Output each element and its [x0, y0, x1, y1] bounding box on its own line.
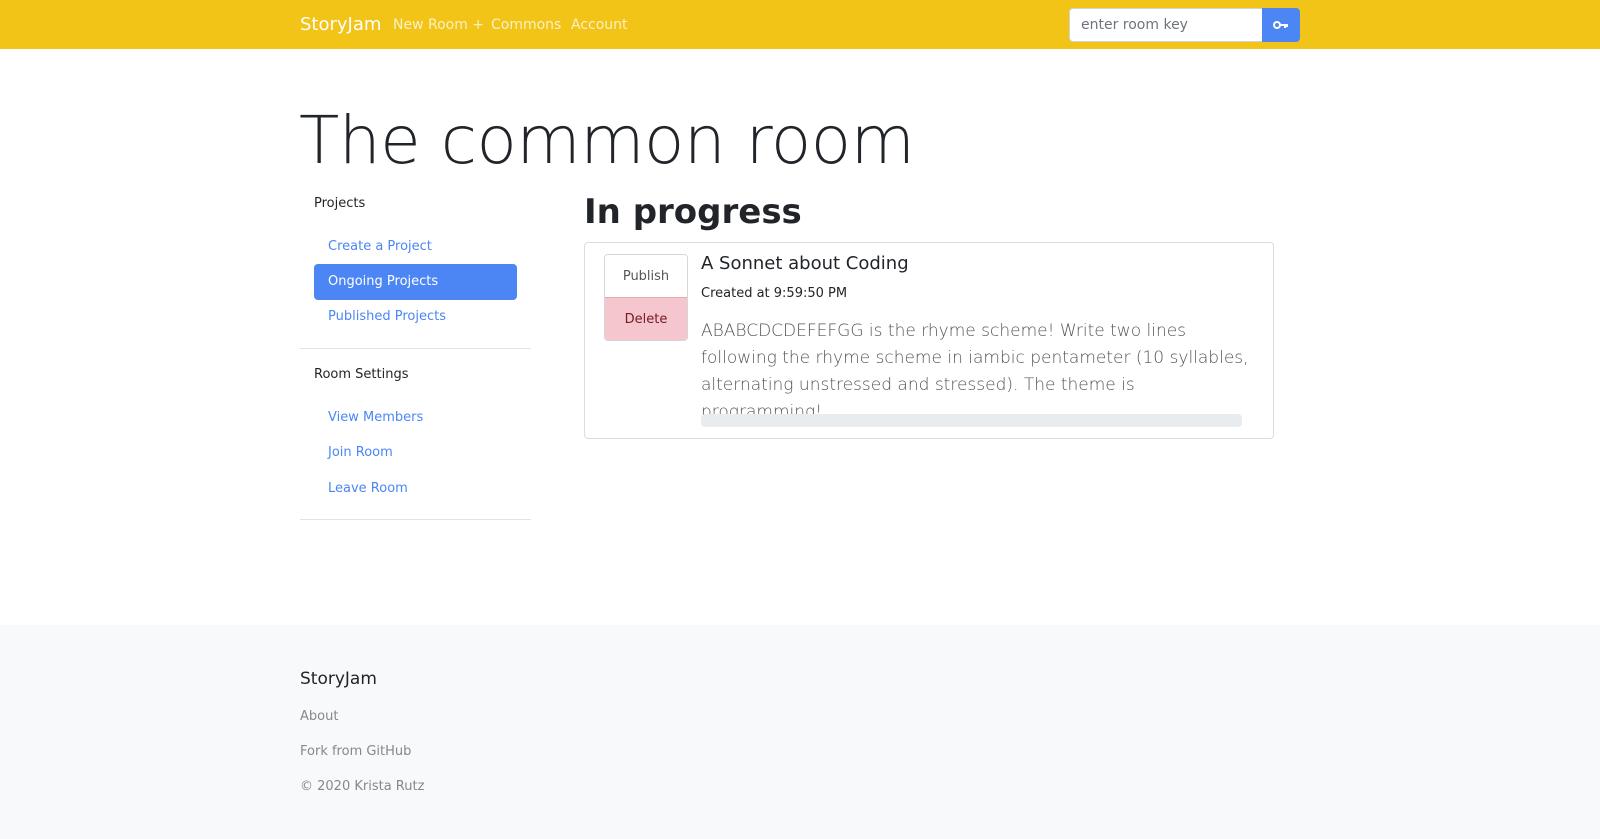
nav-account[interactable]: Account [571, 17, 628, 33]
sidebar-heading-room-settings: Room Settings [314, 367, 409, 382]
project-description: ABABCDCDEFEFGG is the rhyme scheme! Writ… [701, 321, 1249, 422]
footer-link-about[interactable]: About [300, 709, 338, 724]
sidebar-item-ongoing-projects[interactable]: Ongoing Projects [314, 264, 517, 300]
nav-commons[interactable]: Commons [491, 17, 561, 33]
project-title[interactable]: A Sonnet about Coding [701, 253, 909, 274]
room-key-submit-button[interactable] [1262, 8, 1300, 42]
project-created-time: Created at 9:59:50 PM [701, 286, 848, 301]
project-card: Publish Delete A Sonnet about Coding Cre… [584, 242, 1274, 439]
project-actions: Publish Delete [604, 254, 688, 341]
top-navbar: StoryJam New Room + Commons Account [0, 0, 1600, 49]
brand-link[interactable]: StoryJam [300, 14, 381, 35]
page-title: The common room [299, 102, 915, 179]
room-key-input[interactable] [1069, 8, 1262, 42]
footer: StoryJam About Fork from GitHub © 2020 K… [0, 625, 1600, 839]
key-icon [1273, 21, 1288, 29]
delete-button[interactable]: Delete [605, 298, 687, 340]
footer-brand: StoryJam [300, 669, 377, 689]
nav-new-room[interactable]: New Room + [393, 17, 484, 33]
sidebar-item-view-members[interactable]: View Members [314, 400, 517, 436]
sidebar-heading-projects: Projects [314, 196, 366, 211]
sidebar-item-join-room[interactable]: Join Room [314, 435, 517, 471]
footer-copyright: © 2020 Krista Rutz [300, 779, 425, 794]
sidebar-item-published-projects[interactable]: Published Projects [314, 299, 517, 335]
sidebar-divider [300, 519, 531, 520]
sidebar-divider [300, 348, 531, 349]
sidebar-item-create-project[interactable]: Create a Project [314, 229, 517, 265]
project-progress-bar [701, 414, 1242, 427]
footer-link-github[interactable]: Fork from GitHub [300, 744, 411, 759]
sidebar-item-leave-room[interactable]: Leave Room [314, 471, 517, 507]
publish-button[interactable]: Publish [605, 255, 687, 298]
section-title: In progress [584, 192, 802, 232]
